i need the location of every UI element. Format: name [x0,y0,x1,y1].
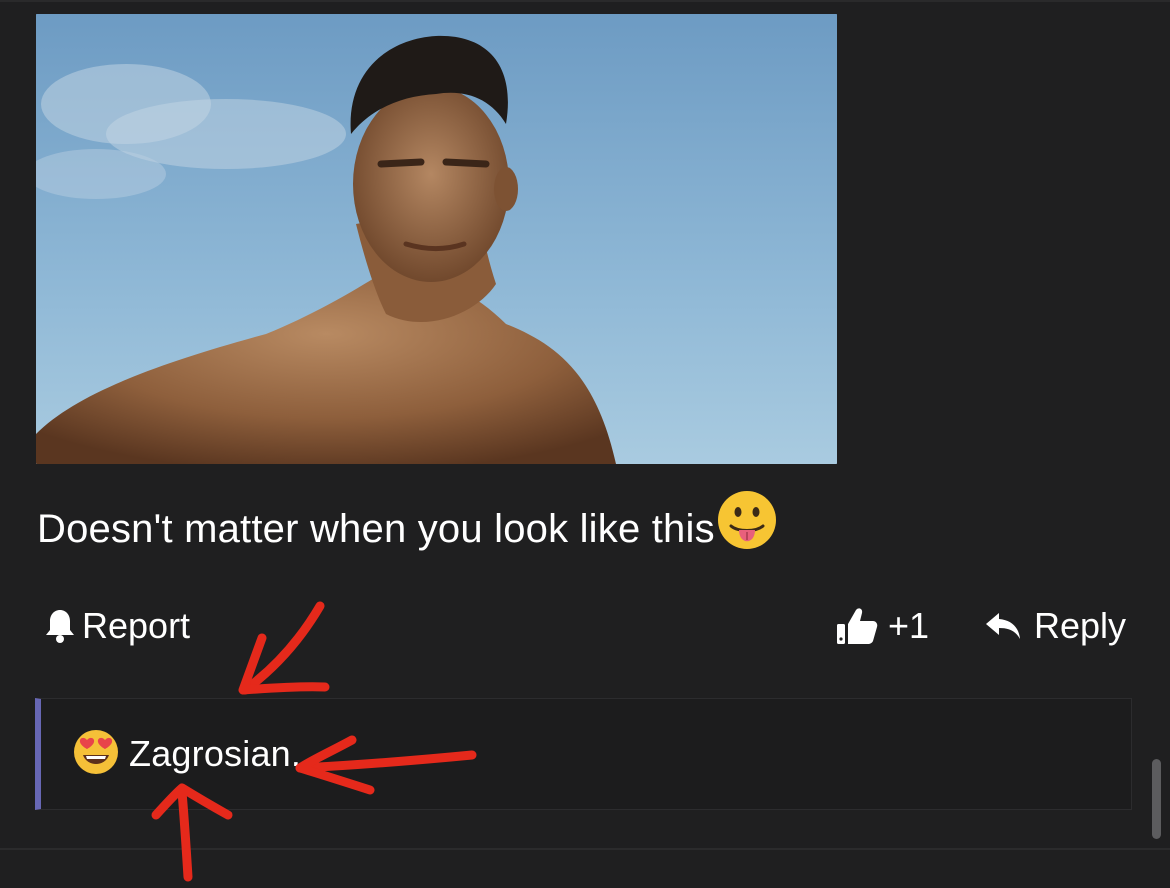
thumbs-up-icon [836,606,878,646]
post-message-text: Doesn't matter when you look like this [37,506,715,551]
report-label: Report [82,605,191,646]
red-arrow-annotation [238,633,330,695]
scrollbar-thumb[interactable] [1152,759,1161,839]
reply-button[interactable]: Reply [984,604,1126,648]
face-with-tongue-icon [716,490,778,567]
report-button[interactable]: Report [44,604,190,648]
post-image-graphic [36,14,837,464]
post-image[interactable] [36,14,837,464]
bell-icon [44,608,76,644]
reply-label: Reply [1034,605,1127,646]
post-message: Doesn't matter when you look like this [37,490,778,567]
bottom-divider [0,848,1170,850]
reply-arrow-icon [984,611,1022,641]
smiling-face-with-heart-eyes-icon [73,729,119,780]
reaction-bar: Zagrosian. [35,698,1132,810]
top-divider [0,0,1170,2]
like-count: +1 [888,605,930,646]
reaction-user-link[interactable]: Zagrosian. [129,733,301,775]
red-arrow-annotation [240,601,325,695]
like-button[interactable]: +1 [836,604,929,648]
